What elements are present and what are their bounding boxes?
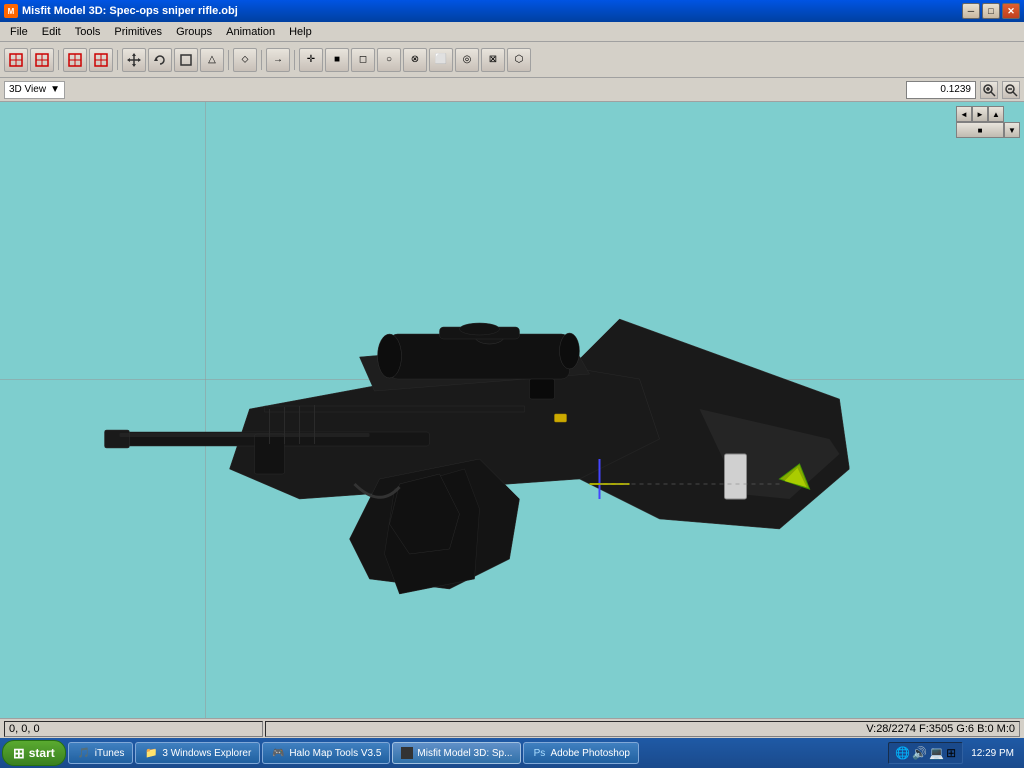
toolbar-separator: [228, 50, 229, 70]
title-bar-left: M Misfit Model 3D: Spec-ops sniper rifle…: [4, 4, 238, 18]
tool-tool9[interactable]: ⬜: [429, 48, 453, 72]
toolbar-separator: [294, 50, 295, 70]
tool-select-orange[interactable]: [89, 48, 113, 72]
nav-center-button[interactable]: ■: [956, 122, 1004, 138]
view-bar-left: 3D View ▼: [4, 81, 65, 99]
view-bar-right: [906, 81, 1020, 99]
tool-tool8[interactable]: ⊗: [403, 48, 427, 72]
tray-volume-icon[interactable]: 🔊: [912, 746, 927, 760]
tool-tool7[interactable]: ○: [377, 48, 401, 72]
view-bar: 3D View ▼: [0, 78, 1024, 102]
misfit-icon: [401, 747, 413, 759]
tool-tool6[interactable]: ◻: [351, 48, 375, 72]
window-title: Misfit Model 3D: Spec-ops sniper rifle.o…: [22, 5, 238, 17]
app-icon: M: [4, 4, 18, 18]
title-bar: M Misfit Model 3D: Spec-ops sniper rifle…: [0, 0, 1024, 22]
photoshop-icon: Ps: [532, 746, 546, 760]
tool-tool4[interactable]: ✛: [299, 48, 323, 72]
close-button[interactable]: ✕: [1002, 3, 1020, 19]
nav-up-button[interactable]: ▲: [988, 106, 1004, 122]
zoom-out-button[interactable]: [1002, 81, 1020, 99]
tool-select-red1[interactable]: [4, 48, 28, 72]
status-coords: 0, 0, 0: [4, 721, 263, 737]
tool-scale-box[interactable]: [174, 48, 198, 72]
taskbar-misfit[interactable]: Misfit Model 3D: Sp...: [392, 742, 521, 764]
menu-item-help[interactable]: Help: [283, 25, 318, 39]
zoom-input[interactable]: [906, 81, 976, 99]
tray-extra[interactable]: ⊞: [946, 746, 956, 760]
minimize-button[interactable]: ─: [962, 3, 980, 19]
taskbar-halo[interactable]: 🎮 Halo Map Tools V3.5: [262, 742, 390, 764]
tool-tool10[interactable]: ◎: [455, 48, 479, 72]
tool-tool12[interactable]: ⬡: [507, 48, 531, 72]
toolbar-separator: [117, 50, 118, 70]
start-button[interactable]: ⊞ start: [2, 740, 66, 766]
nav-left-button[interactable]: ◄: [956, 106, 972, 122]
taskbar-explorer[interactable]: 📁 3 Windows Explorer: [135, 742, 260, 764]
menu-item-animation[interactable]: Animation: [220, 25, 281, 39]
tool-tool2[interactable]: ⬦: [233, 48, 257, 72]
halo-icon: 🎮: [271, 746, 285, 760]
itunes-icon: 🎵: [77, 746, 91, 760]
zoom-in-button[interactable]: [980, 81, 998, 99]
menu-item-groups[interactable]: Groups: [170, 25, 218, 39]
taskbar-itunes[interactable]: 🎵 iTunes: [68, 742, 134, 764]
tool-tool11[interactable]: ⊠: [481, 48, 505, 72]
taskbar: ⊞ start 🎵 iTunes 📁 3 Windows Explorer 🎮 …: [0, 738, 1024, 768]
view-dropdown-icon: ▼: [50, 84, 60, 95]
taskbar-right: 🌐 🔊 💻 ⊞ 12:29 PM: [888, 742, 1022, 764]
explorer-icon: 📁: [144, 746, 158, 760]
menu-item-primitives[interactable]: Primitives: [108, 25, 168, 39]
toolbar: △ ⬦ → ✛■◻○⊗⬜◎⊠⬡: [0, 42, 1024, 78]
rifle-svg: [100, 239, 850, 619]
tool-tool5[interactable]: ■: [325, 48, 349, 72]
tool-tool3[interactable]: →: [266, 48, 290, 72]
status-info: V:28/2274 F:3505 G:6 B:0 M:0: [265, 721, 1021, 737]
system-tray: 🌐 🔊 💻 ⊞: [888, 742, 963, 764]
nav-right-button[interactable]: ►: [972, 106, 988, 122]
menu-bar: FileEditToolsPrimitivesGroupsAnimationHe…: [0, 22, 1024, 42]
tool-select-red3[interactable]: [63, 48, 87, 72]
tool-select-red2[interactable]: [30, 48, 54, 72]
menu-item-file[interactable]: File: [4, 25, 34, 39]
toolbar-separator: [261, 50, 262, 70]
nav-buttons: ◄ ► ▲ ■ ▼: [956, 106, 1020, 138]
view-label: 3D View: [9, 84, 46, 95]
title-bar-controls: ─ □ ✕: [962, 3, 1020, 19]
toolbar-separator: [58, 50, 59, 70]
clock: 12:29 PM: [967, 748, 1018, 759]
status-bar: 0, 0, 0 V:28/2274 F:3505 G:6 B:0 M:0: [0, 718, 1024, 738]
menu-item-tools[interactable]: Tools: [69, 25, 107, 39]
tool-tool1[interactable]: △: [200, 48, 224, 72]
nav-down-button[interactable]: ▼: [1004, 122, 1020, 138]
view-select[interactable]: 3D View ▼: [4, 81, 65, 99]
tray-monitor-icon[interactable]: 💻: [929, 746, 944, 760]
viewport[interactable]: ◄ ► ▲ ■ ▼: [0, 102, 1024, 718]
menu-item-edit[interactable]: Edit: [36, 25, 67, 39]
tool-move[interactable]: [122, 48, 146, 72]
tray-network-icon[interactable]: 🌐: [895, 746, 910, 760]
model-container: [100, 239, 850, 619]
taskbar-photoshop[interactable]: Ps Adobe Photoshop: [523, 742, 639, 764]
maximize-button[interactable]: □: [982, 3, 1000, 19]
tool-rotate[interactable]: [148, 48, 172, 72]
